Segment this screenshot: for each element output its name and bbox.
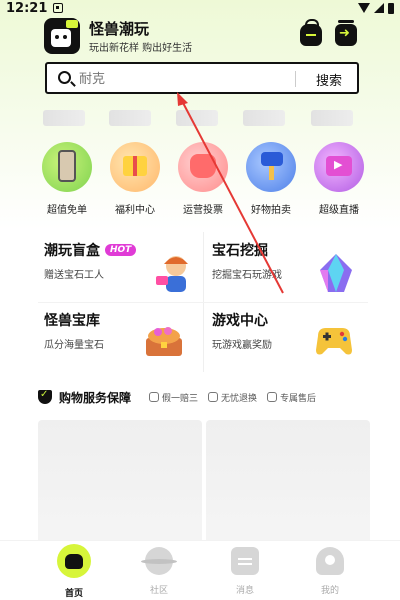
- logo-face: [51, 29, 71, 47]
- logo-tag: [66, 20, 78, 28]
- search-button[interactable]: 搜索: [303, 69, 355, 89]
- message-icon: [231, 547, 259, 575]
- shield-icon: [38, 389, 52, 404]
- category-super-live[interactable]: 超级直播: [306, 142, 372, 216]
- logo-eye: [55, 35, 59, 39]
- tab-label: 社区: [149, 586, 168, 596]
- service-item-label: 假一赔三: [162, 393, 199, 404]
- signal-icon: [374, 3, 384, 13]
- tab-community[interactable]: 社区: [129, 547, 189, 596]
- category-icon-circle: [42, 142, 92, 192]
- guarantee-icon: [149, 392, 160, 402]
- tab-label: 消息: [235, 586, 254, 596]
- search-divider: [295, 71, 296, 87]
- service-item: 无忧退换: [208, 391, 257, 404]
- category-operation-vote[interactable]: 运营投票: [170, 142, 236, 216]
- treasure-chest-icon: [146, 327, 182, 356]
- promo-subtitle: 瓜分海量宝石: [44, 340, 104, 351]
- vote-hand-icon: [190, 154, 216, 178]
- category-free-order[interactable]: 超值免单: [34, 142, 100, 216]
- cartoon-worker-icon: [156, 256, 188, 292]
- service-title: 购物服务保障: [59, 390, 132, 405]
- promo-title: 游戏中心: [212, 310, 382, 330]
- search-input[interactable]: [79, 68, 299, 90]
- promo-title-text: 宝石挖掘: [212, 243, 268, 259]
- promo-game-center[interactable]: 游戏中心 玩游戏赢奖励: [212, 310, 382, 380]
- loading-placeholder: [176, 110, 218, 126]
- share-icon[interactable]: [335, 20, 357, 46]
- service-item-label: 专属售后: [280, 393, 317, 404]
- category-icon-circle: [178, 142, 228, 192]
- app-title: 怪兽潮玩: [89, 20, 150, 38]
- tab-label: 首页: [64, 589, 83, 599]
- wifi-icon: [358, 3, 370, 13]
- battery-icon: [388, 2, 394, 14]
- gem-icon: [320, 254, 352, 292]
- tab-me[interactable]: 我的: [300, 547, 360, 596]
- category-auction[interactable]: 好物拍卖: [238, 142, 304, 216]
- category-label: 超级直播: [319, 205, 359, 216]
- category-welfare-center[interactable]: 福利中心: [102, 142, 168, 216]
- service-item: 专属售后: [267, 391, 316, 404]
- promo-title-text: 怪兽宝库: [44, 313, 100, 329]
- after-sale-icon: [267, 392, 278, 402]
- shopping-service-guarantee[interactable]: 购物服务保障 假一赔三 无忧退换 专属售后: [38, 384, 368, 410]
- loading-placeholder: [43, 110, 85, 126]
- notification-icon: [53, 3, 64, 13]
- shopping-bag-icon[interactable]: [300, 19, 322, 46]
- app-subtitle: 玩出新花样 购出好生活: [89, 43, 193, 54]
- category-label: 福利中心: [115, 205, 155, 216]
- profile-icon: [316, 547, 344, 575]
- loading-placeholder: [311, 110, 353, 126]
- section-separator: [0, 372, 400, 380]
- category-icon-circle: [314, 142, 364, 192]
- tab-home[interactable]: 首页: [44, 544, 104, 599]
- promo-blind-box[interactable]: 潮玩盲盒 HOT 赠送宝石工人: [44, 240, 214, 310]
- hot-badge: HOT: [105, 244, 137, 256]
- promo-monster-treasury[interactable]: 怪兽宝库 瓜分海量宝石: [44, 310, 214, 380]
- tab-label: 我的: [320, 586, 339, 596]
- bottom-tab-bar: 首页 社区 消息 我的: [0, 540, 400, 600]
- promo-title: 怪兽宝库: [44, 310, 214, 330]
- category-label: 运营投票: [183, 205, 223, 216]
- status-time: 12:21: [6, 0, 48, 16]
- phone-icon: [58, 150, 76, 182]
- status-right: [358, 2, 394, 14]
- tv-icon: [326, 156, 352, 176]
- planet-icon: [141, 547, 177, 575]
- search-icon: [58, 71, 71, 84]
- category-label: 超值免单: [47, 205, 87, 216]
- product-card-placeholder[interactable]: [206, 420, 370, 550]
- service-item: 假一赔三: [149, 391, 198, 404]
- category-label: 好物拍卖: [251, 205, 291, 216]
- return-icon: [208, 392, 219, 402]
- service-item-label: 无忧退换: [221, 393, 258, 404]
- logo-eye: [63, 35, 67, 39]
- category-icon-circle: [246, 142, 296, 192]
- app-header: 怪兽潮玩 玩出新花样 购出好生活: [44, 18, 365, 58]
- home-monster-icon: [57, 544, 91, 578]
- promo-subtitle: 玩游戏赢奖励: [212, 340, 272, 351]
- product-card-placeholder[interactable]: [38, 420, 202, 550]
- promo-title-text: 潮玩盲盒: [44, 243, 100, 259]
- gift-icon: [123, 156, 147, 176]
- category-icon-circle: [110, 142, 160, 192]
- promo-gem-digging[interactable]: 宝石挖掘 挖掘宝石玩游戏: [212, 240, 382, 310]
- auction-hammer-icon: [261, 152, 283, 180]
- search-bar[interactable]: 搜索: [45, 62, 359, 94]
- status-bar: 12:21: [0, 0, 400, 16]
- gamepad-icon: [316, 328, 352, 355]
- app-logo: [44, 18, 80, 54]
- loading-placeholder: [243, 110, 285, 126]
- promo-title-text: 游戏中心: [212, 313, 268, 329]
- loading-placeholder: [109, 110, 151, 126]
- tab-messages[interactable]: 消息: [215, 547, 275, 596]
